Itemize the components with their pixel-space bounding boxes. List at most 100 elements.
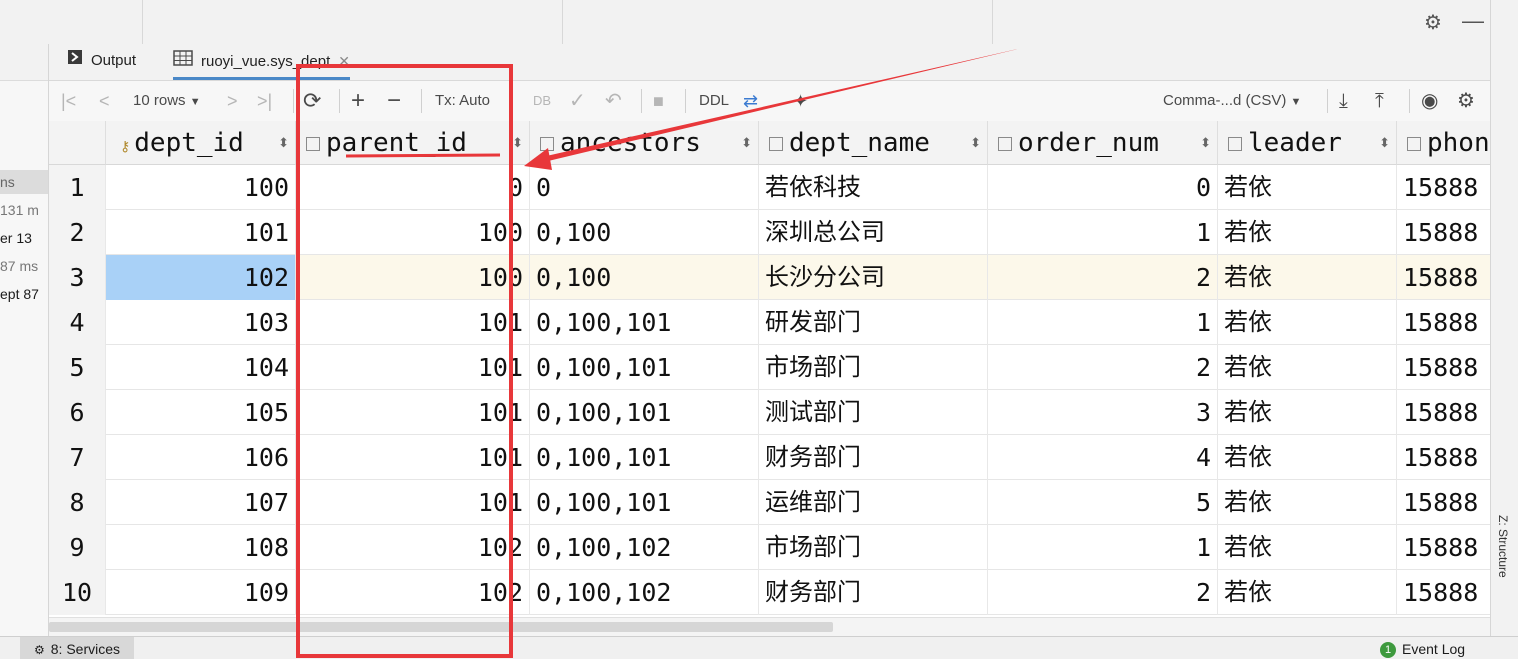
- cell-ancestors[interactable]: 0,100,101: [530, 390, 759, 435]
- cell-order-num[interactable]: 0: [988, 165, 1218, 210]
- submit-icon[interactable]: DB: [533, 81, 551, 121]
- cell-phone[interactable]: 15888: [1397, 210, 1490, 255]
- sort-icon[interactable]: ⬍: [741, 121, 752, 164]
- column-header-dept-id[interactable]: ⚷ dept_id ⬍: [106, 121, 296, 165]
- table-row[interactable]: 7 106 101 0,100,101 财务部门 4 若依 15888: [49, 435, 1490, 480]
- column-header-dept-name[interactable]: dept_name ⬍: [759, 121, 988, 165]
- cell-phone[interactable]: 15888: [1397, 390, 1490, 435]
- cell-order-num[interactable]: 1: [988, 300, 1218, 345]
- table-row[interactable]: 4 103 101 0,100,101 研发部门 1 若依 15888: [49, 300, 1490, 345]
- column-header-parent-id[interactable]: parent_id ⬍: [296, 121, 530, 165]
- stop-icon[interactable]: ■: [653, 81, 664, 121]
- cell-leader[interactable]: 若依: [1218, 165, 1397, 210]
- event-log-button[interactable]: 1 Event Log: [1380, 637, 1465, 659]
- cell-order-num[interactable]: 1: [988, 210, 1218, 255]
- table-row[interactable]: 6 105 101 0,100,101 测试部门 3 若依 15888: [49, 390, 1490, 435]
- services-item[interactable]: ns: [0, 170, 48, 194]
- cell-phone[interactable]: 15888: [1397, 165, 1490, 210]
- cell-dept-id[interactable]: 108: [106, 525, 296, 570]
- table-row[interactable]: 2 101 100 0,100 深圳总公司 1 若依 15888: [49, 210, 1490, 255]
- table-row[interactable]: 9 108 102 0,100,102 市场部门 1 若依 15888: [49, 525, 1490, 570]
- services-item[interactable]: 131 m: [0, 198, 48, 222]
- table-row[interactable]: 1 100 0 0 若依科技 0 若依 15888: [49, 165, 1490, 210]
- cell-dept-name[interactable]: 财务部门: [759, 435, 988, 480]
- cell-ancestors[interactable]: 0,100,101: [530, 300, 759, 345]
- cell-dept-name[interactable]: 研发部门: [759, 300, 988, 345]
- cell-leader[interactable]: 若依: [1218, 480, 1397, 525]
- cell-phone[interactable]: 15888: [1397, 345, 1490, 390]
- next-page-icon[interactable]: >: [227, 81, 238, 121]
- services-item[interactable]: 87 ms: [0, 254, 48, 278]
- cell-ancestors[interactable]: 0,100,101: [530, 480, 759, 525]
- first-page-icon[interactable]: |<: [61, 81, 76, 121]
- delete-row-icon[interactable]: −: [387, 81, 401, 121]
- cell-dept-id[interactable]: 104: [106, 345, 296, 390]
- cell-ancestors[interactable]: 0,100,101: [530, 345, 759, 390]
- view-eye-icon[interactable]: ◉: [1421, 81, 1438, 121]
- tab-output[interactable]: Output: [67, 44, 136, 80]
- cell-dept-name[interactable]: 若依科技: [759, 165, 988, 210]
- table-row[interactable]: 10 109 102 0,100,102 财务部门 2 若依 15888: [49, 570, 1490, 615]
- cell-leader[interactable]: 若依: [1218, 300, 1397, 345]
- cell-dept-id[interactable]: 106: [106, 435, 296, 480]
- compare-icon[interactable]: ⇄: [743, 81, 758, 121]
- cell-ancestors[interactable]: 0,100,101: [530, 435, 759, 480]
- page-size-dropdown[interactable]: 10 rows ▼: [133, 81, 201, 121]
- cell-leader[interactable]: 若依: [1218, 435, 1397, 480]
- sort-icon[interactable]: ⬍: [970, 121, 981, 164]
- add-row-icon[interactable]: +: [351, 81, 365, 121]
- previous-page-icon[interactable]: <: [99, 81, 110, 121]
- cell-ancestors[interactable]: 0,100: [530, 255, 759, 300]
- close-icon[interactable]: ✕: [338, 53, 350, 69]
- cell-order-num[interactable]: 3: [988, 390, 1218, 435]
- transaction-mode-dropdown[interactable]: Tx: Auto: [435, 81, 490, 121]
- cell-ancestors[interactable]: 0,100: [530, 210, 759, 255]
- cell-dept-id[interactable]: 102: [106, 255, 296, 300]
- cell-order-num[interactable]: 2: [988, 570, 1218, 615]
- minimize-icon[interactable]: —: [1462, 8, 1484, 34]
- table-row[interactable]: 5 104 101 0,100,101 市场部门 2 若依 15888: [49, 345, 1490, 390]
- sort-icon[interactable]: ⬍: [278, 121, 289, 164]
- table-row-selected[interactable]: 3 102 100 0,100 长沙分公司 2 若依 15888: [49, 255, 1490, 300]
- cell-dept-name[interactable]: 财务部门: [759, 570, 988, 615]
- rollback-icon[interactable]: ↶: [605, 81, 622, 121]
- cell-parent-id[interactable]: 101: [296, 345, 530, 390]
- cell-parent-id[interactable]: 101: [296, 390, 530, 435]
- services-item[interactable]: ept 87: [0, 282, 48, 306]
- cell-dept-id[interactable]: 103: [106, 300, 296, 345]
- cell-leader[interactable]: 若依: [1218, 255, 1397, 300]
- refresh-icon[interactable]: ⟳: [303, 81, 321, 121]
- cell-dept-id[interactable]: 109: [106, 570, 296, 615]
- cell-parent-id[interactable]: 101: [296, 300, 530, 345]
- cell-ancestors[interactable]: 0: [530, 165, 759, 210]
- pin-icon[interactable]: ✦: [793, 81, 808, 121]
- cell-parent-id[interactable]: 101: [296, 435, 530, 480]
- scrollbar-thumb[interactable]: [49, 622, 833, 632]
- column-header-leader[interactable]: leader ⬍: [1218, 121, 1397, 165]
- gear-icon[interactable]: ⚙: [1424, 10, 1442, 35]
- cell-leader[interactable]: 若依: [1218, 525, 1397, 570]
- cell-dept-name[interactable]: 长沙分公司: [759, 255, 988, 300]
- cell-ancestors[interactable]: 0,100,102: [530, 525, 759, 570]
- services-item[interactable]: er 13: [0, 226, 48, 250]
- cell-dept-name[interactable]: 市场部门: [759, 525, 988, 570]
- cell-order-num[interactable]: 2: [988, 345, 1218, 390]
- cell-dept-id[interactable]: 100: [106, 165, 296, 210]
- cell-dept-name[interactable]: 市场部门: [759, 345, 988, 390]
- services-tool-button[interactable]: ⚙ 8: Services: [20, 637, 135, 659]
- cell-dept-id[interactable]: 105: [106, 390, 296, 435]
- cell-dept-id[interactable]: 101: [106, 210, 296, 255]
- cell-phone[interactable]: 15888: [1397, 300, 1490, 345]
- cell-ancestors[interactable]: 0,100,102: [530, 570, 759, 615]
- cell-parent-id[interactable]: 101: [296, 480, 530, 525]
- cell-leader[interactable]: 若依: [1218, 570, 1397, 615]
- cell-order-num[interactable]: 2: [988, 255, 1218, 300]
- cell-order-num[interactable]: 5: [988, 480, 1218, 525]
- commit-check-icon[interactable]: ✓: [569, 81, 586, 121]
- cell-parent-id[interactable]: 0: [296, 165, 530, 210]
- upload-icon[interactable]: ⤒: [1375, 81, 1384, 121]
- cell-order-num[interactable]: 1: [988, 525, 1218, 570]
- cell-phone[interactable]: 15888: [1397, 480, 1490, 525]
- cell-parent-id[interactable]: 100: [296, 255, 530, 300]
- download-icon[interactable]: ⤓: [1339, 81, 1348, 121]
